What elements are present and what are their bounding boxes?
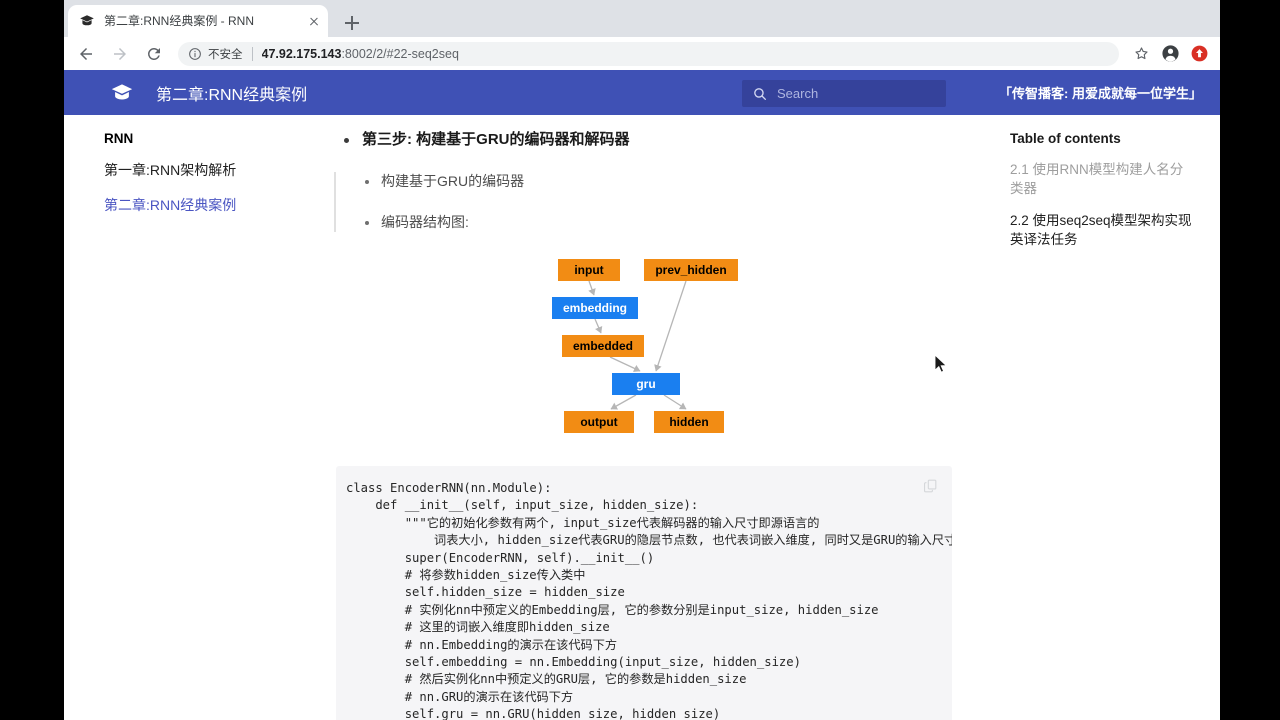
tab-title: 第二章:RNN经典案例 - RNN (104, 14, 254, 28)
svg-text:prev_hidden: prev_hidden (655, 263, 726, 277)
browser-toolbar: 不安全 47.92.175.143:8002/2/#22-seq2seq (64, 37, 1220, 70)
new-tab-button[interactable] (338, 9, 366, 37)
nested-list: 构建基于GRU的编码器 编码器结构图: (334, 172, 964, 232)
svg-text:embedded: embedded (573, 339, 633, 353)
reload-icon (147, 47, 160, 60)
code-block: class EncoderRNN(nn.Module): def __init_… (336, 466, 952, 720)
bullet-dot-icon (344, 138, 349, 143)
code-text: class EncoderRNN(nn.Module): def __init_… (346, 481, 952, 720)
tab-strip: 第二章:RNN经典案例 - RNN (64, 0, 1220, 37)
page-content: 第二章:RNN经典案例 「传智播客: 用爱成就每一位学生」 (64, 70, 1220, 720)
bullet-dot-icon (365, 180, 369, 184)
screen: 第二章:RNN经典案例 - RNN 不安全 47.92.175.143:8002… (0, 0, 1280, 720)
back-button[interactable] (72, 40, 100, 68)
search-icon (754, 87, 766, 100)
copy-icon[interactable] (923, 478, 938, 493)
main-content: 第三步: 构建基于GRU的编码器和解码器 构建基于GRU的编码器 编码器结构图: (334, 115, 964, 720)
encoder-architecture-diagram: input prev_hidden embedding embedded gru (524, 254, 754, 444)
toc-item-2-2[interactable]: 2.2 使用seq2seq模型架构实现英译法任务 (1010, 211, 1192, 249)
url-path: :8002/2/#22-seq2seq (341, 46, 459, 61)
forward-arrow-icon (114, 47, 126, 60)
list-item: 编码器结构图: (336, 213, 964, 232)
svg-text:gru: gru (636, 377, 655, 391)
list-item-label: 构建基于GRU的编码器 (381, 173, 525, 189)
update-alert-icon[interactable] (1186, 41, 1212, 67)
graduation-cap-icon (111, 83, 133, 99)
back-arrow-icon (80, 47, 92, 60)
sidebar-title: RNN (104, 131, 134, 146)
site-header: 第二章:RNN经典案例 「传智播客: 用爱成就每一位学生」 (64, 70, 1220, 115)
toc-title: Table of contents (1010, 131, 1121, 146)
svg-text:input: input (574, 263, 603, 277)
browser-window: 第二章:RNN经典案例 - RNN 不安全 47.92.175.143:8002… (64, 0, 1220, 720)
url-text: 47.92.175.143:8002/2/#22-seq2seq (262, 47, 459, 61)
browser-tab[interactable]: 第二章:RNN经典案例 - RNN (68, 5, 328, 37)
sidebar-nav: RNN 第一章:RNN架构解析 第二章:RNN经典案例 (64, 115, 334, 230)
bullet-dot-icon (365, 221, 369, 225)
list-item-label: 编码器结构图: (381, 214, 469, 230)
security-label: 不安全 (208, 48, 243, 61)
toc-item-2-1[interactable]: 2.1 使用RNN模型构建人名分类器 (1010, 160, 1192, 198)
bookmark-star-icon[interactable] (1128, 41, 1154, 67)
forward-button[interactable] (106, 40, 134, 68)
sidebar-item-chapter2[interactable]: 第二章:RNN经典案例 (104, 195, 334, 215)
sidebar-item-chapter1[interactable]: 第一章:RNN架构解析 (104, 160, 334, 180)
content-columns: RNN 第一章:RNN架构解析 第二章:RNN经典案例 第三步: 构建基于GRU… (64, 115, 1220, 720)
svg-text:embedding: embedding (563, 301, 627, 315)
tab-close-icon[interactable] (306, 13, 322, 29)
heading-bullet-row: 第三步: 构建基于GRU的编码器和解码器 (334, 130, 964, 150)
section-heading: 第三步: 构建基于GRU的编码器和解码器 (362, 131, 630, 148)
site-title: 第二章:RNN经典案例 (156, 86, 308, 104)
diagram-nodes: input prev_hidden embedding embedded gru (552, 259, 738, 433)
search-box[interactable] (742, 80, 946, 107)
graduation-cap-icon (80, 15, 94, 26)
search-input[interactable] (777, 86, 938, 101)
address-bar[interactable]: 不安全 47.92.175.143:8002/2/#22-seq2seq (178, 41, 1119, 66)
list-item: 构建基于GRU的编码器 (336, 172, 964, 191)
profile-avatar-icon[interactable] (1157, 41, 1183, 67)
table-of-contents: Table of contents 2.1 使用RNN模型构建人名分类器 2.2… (984, 115, 1214, 262)
reload-button[interactable] (140, 40, 168, 68)
site-slogan: 「传智播客: 用爱成就每一位学生」 (999, 86, 1202, 101)
url-host: 47.92.175.143 (261, 46, 342, 61)
diagram-svg: input prev_hidden embedding embedded gru (552, 259, 738, 433)
svg-text:hidden: hidden (669, 415, 708, 429)
info-circle-icon (189, 47, 201, 60)
omnibox-divider (251, 46, 253, 61)
svg-text:output: output (580, 415, 617, 429)
